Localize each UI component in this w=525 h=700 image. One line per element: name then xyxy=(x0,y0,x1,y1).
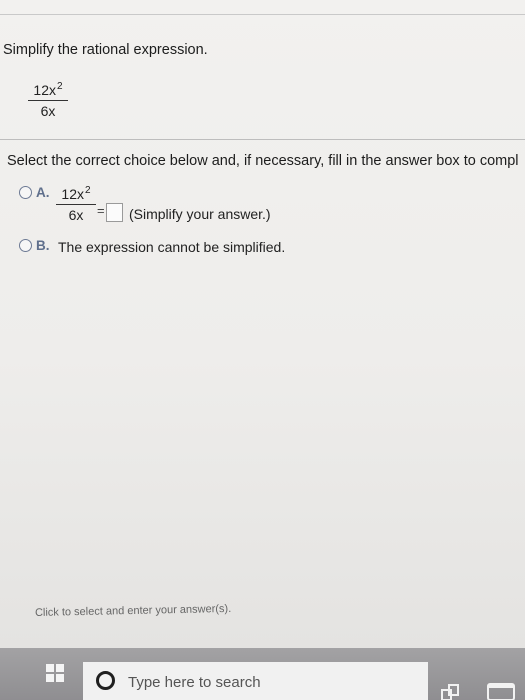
choice-b-text[interactable]: The expression cannot be simplified. xyxy=(58,239,285,255)
footer-hint: Click to select and enter your answer(s)… xyxy=(34,602,232,619)
app-window-icon[interactable] xyxy=(486,680,516,700)
answer-input-box[interactable] xyxy=(106,203,123,222)
choice-a-exponent: 2 xyxy=(85,185,91,196)
choice-a-denominator: 6x xyxy=(68,207,84,223)
question-fraction: 12x2 6x xyxy=(28,81,68,119)
search-ring-icon xyxy=(96,671,115,690)
question-exponent: 2 xyxy=(57,81,63,92)
section-divider xyxy=(0,139,525,140)
top-divider xyxy=(0,14,525,15)
windows-logo-icon xyxy=(46,664,64,682)
equals-sign: = xyxy=(97,203,105,218)
choice-a-radio[interactable] xyxy=(19,186,32,199)
taskbar-search-box[interactable]: Type here to search xyxy=(83,662,428,700)
choice-b-radio[interactable] xyxy=(19,239,32,252)
choice-a-fraction: 12x2 6x xyxy=(56,185,96,223)
choice-a-label[interactable]: A. xyxy=(36,185,50,200)
question-numerator: 12x2 xyxy=(33,81,63,98)
search-placeholder: Type here to search xyxy=(128,674,261,691)
simplify-note: (Simplify your answer.) xyxy=(129,206,271,222)
choice-prompt: Select the correct choice below and, if … xyxy=(7,153,519,169)
task-view-icon[interactable] xyxy=(440,682,462,700)
choice-b-label[interactable]: B. xyxy=(36,238,50,253)
question-instruction: Simplify the rational expression. xyxy=(3,42,208,58)
question-denominator: 6x xyxy=(40,103,56,119)
choice-a-numerator: 12x2 xyxy=(61,185,91,202)
question-screen: Simplify the rational expression. 12x2 6… xyxy=(0,0,525,648)
start-button[interactable] xyxy=(33,656,77,690)
